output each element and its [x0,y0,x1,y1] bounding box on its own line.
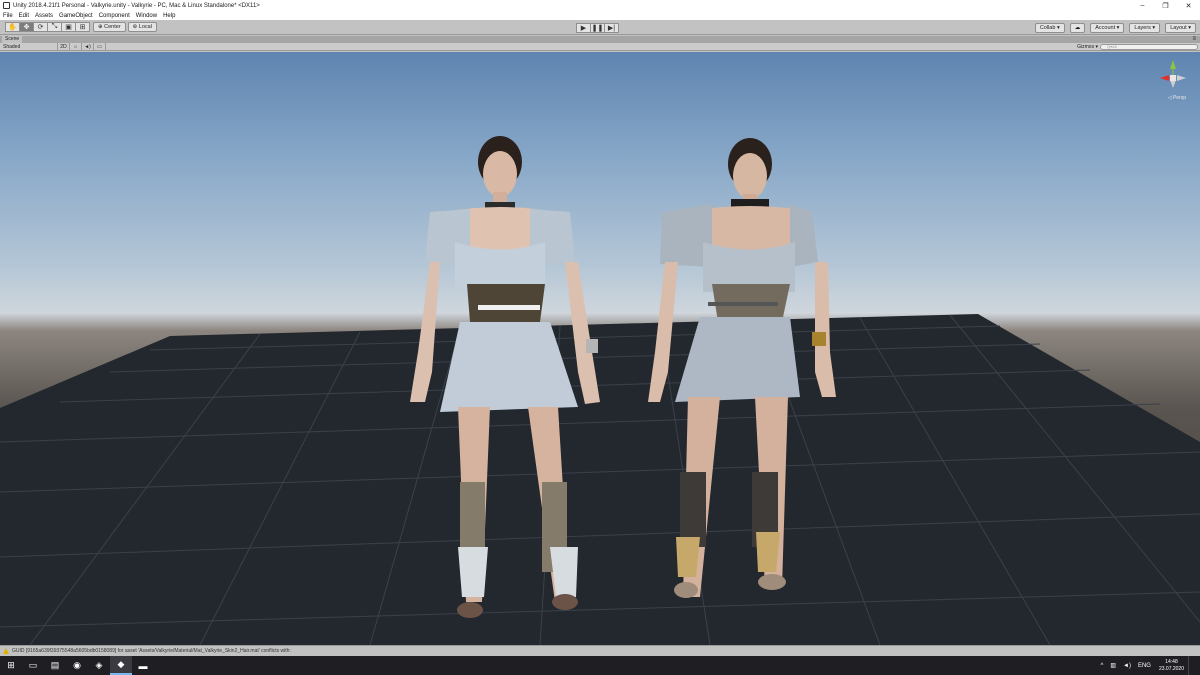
tab-menu-icon[interactable]: ≡ [1192,36,1196,43]
transform-tools: ✋ ✥ ⟳ ⤡ ▣ ⊞ [5,22,90,32]
menu-gameobject[interactable]: GameObject [59,13,93,19]
collab-dropdown[interactable]: Collab ▾ [1034,23,1065,33]
title-bar: Unity 2018.4.21f1 Personal - Valkyrie.un… [0,0,1200,11]
volume-icon[interactable]: ◄) [1123,663,1131,669]
visual-studio-icon[interactable]: ◈ [88,656,110,675]
space-toggle[interactable]: ⊛ Local [127,22,157,32]
neg-x-axis-cone[interactable] [1177,75,1186,81]
clock-date: 23.07.2020 [1158,665,1184,672]
cloud-icon[interactable]: ☁ [1069,23,1086,33]
lighting-icon[interactable]: ☼ [70,43,82,50]
step-button[interactable]: ▶| [604,23,619,33]
projection-label[interactable]: ◁ Persp [1168,95,1186,101]
menu-edit[interactable]: Edit [19,13,29,19]
console-message[interactable]: GUID [9165a639f39375548a5605bdb0158089] … [12,648,291,654]
warning-icon [3,648,9,654]
y-axis-cone[interactable] [1170,60,1176,69]
unity-icon[interactable]: ◆ [110,656,132,675]
clock[interactable]: 14:48 23.07.2020 [1159,659,1184,673]
gizmo-center[interactable] [1170,75,1176,81]
notification-icon[interactable] [1188,656,1200,675]
scene-viewport[interactable]: ◁ Persp [0,52,1200,645]
menu-help[interactable]: Help [163,13,175,19]
tab-scene[interactable]: Scene [2,36,23,43]
clock-time: 14:48 [1165,658,1178,665]
scene-toolbar: Shaded 2D ☼ ◄) ▭ Gizmos ▾ Q▾All [0,43,1200,51]
windows-icon[interactable]: ⊞ [0,656,22,675]
audio-icon[interactable]: ◄) [82,43,94,50]
scene-render [0,136,1200,645]
menu-file[interactable]: File [3,13,13,19]
network-icon[interactable]: ▥ [1110,662,1116,669]
gizmos-dropdown[interactable]: Gizmos ▾ [1077,43,1098,51]
shading-mode-label: Shaded [3,43,21,50]
pause-button[interactable]: ❚❚ [590,23,605,33]
rotate-icon[interactable]: ⟳ [33,22,48,32]
move-icon[interactable]: ✥ [19,22,34,32]
hand-icon[interactable]: ✋ [5,22,20,32]
close-button[interactable]: ✕ [1177,0,1200,11]
menu-window[interactable]: Window [136,13,157,19]
pivot-toggle[interactable]: ⊕ Center [93,22,126,32]
play-controls: ▶ ❚❚ ▶| [576,23,619,33]
ground-plane [0,314,1200,645]
shading-mode-dropdown[interactable]: Shaded [0,43,58,50]
rect-icon[interactable]: ▣ [61,22,76,32]
window-controls: – ❐ ✕ [1131,0,1200,11]
office-icon[interactable]: ▤ [44,656,66,675]
minimize-button[interactable]: – [1131,0,1154,11]
unity-icon [3,2,10,9]
account-dropdown[interactable]: Account ▾ [1090,23,1125,33]
menu-assets[interactable]: Assets [35,13,53,19]
mode-2d-toggle[interactable]: 2D [58,43,70,50]
transform-icon[interactable]: ⊞ [75,22,90,32]
scale-icon[interactable]: ⤡ [47,22,62,32]
maximize-button[interactable]: ❐ [1154,0,1177,11]
window-title: Unity 2018.4.21f1 Personal - Valkyrie.un… [13,2,260,9]
menu-bar: File Edit Assets GameObject Component Wi… [0,11,1200,20]
play-button[interactable]: ▶ [576,23,591,33]
local-icon: ⊛ [132,24,138,30]
windows-taskbar: ⊞ ▭ ▤ ◉ ◈ ◆ ▬ ^ ▥ ◄) ENG 14:48 23.07.202… [0,656,1200,675]
neg-y-axis-cone[interactable] [1170,80,1176,88]
task-view-icon[interactable]: ▭ [22,656,44,675]
effects-icon[interactable]: ▭ [94,43,106,50]
chrome-icon[interactable]: ◉ [66,656,88,675]
status-bar[interactable]: GUID [9165a639f39375548a5605bdb0158089] … [0,645,1200,656]
space-label: Local [138,24,152,30]
scene-search-input[interactable]: Q▾All [1100,44,1198,50]
layout-dropdown[interactable]: Layout ▾ [1165,23,1196,33]
right-toolbar: Collab ▾ ☁ Account ▾ Layers ▾ Layout ▾ [1030,23,1196,33]
scene-tab-bar: Scene ≡ [0,36,1200,43]
center-icon: ⊕ [98,24,103,30]
orientation-gizmo[interactable] [1158,58,1188,98]
layers-dropdown[interactable]: Layers ▾ [1129,23,1161,33]
x-axis-cone[interactable] [1160,75,1169,81]
menu-component[interactable]: Component [99,13,130,19]
explorer-icon[interactable]: ▬ [132,656,154,675]
system-tray: ^ ▥ ◄) ENG 14:48 23.07.2020 [1094,656,1184,675]
tray-chevron-icon[interactable]: ^ [1101,663,1104,669]
language-indicator[interactable]: ENG [1138,663,1151,669]
main-toolbar: ✋ ✥ ⟳ ⤡ ▣ ⊞ ⊕ Center ⊛ Local ▶ ❚❚ ▶| Col… [0,20,1200,35]
pivot-label: Center [104,24,121,30]
